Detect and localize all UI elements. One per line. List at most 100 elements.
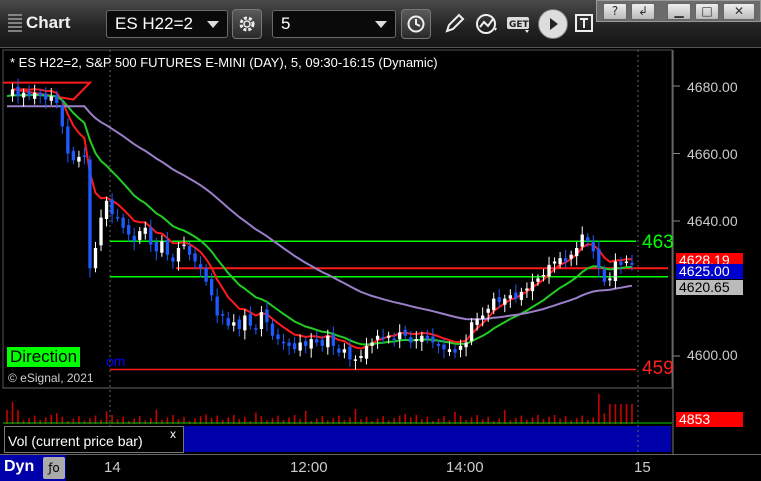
chevron-down-icon[interactable]	[375, 21, 387, 28]
candle-body	[77, 156, 81, 162]
candle-body	[287, 342, 291, 346]
interval-input[interactable]: 5	[272, 10, 396, 38]
volume-bar	[155, 409, 158, 424]
minimize-button[interactable]: ▁	[667, 3, 691, 20]
candle-body	[342, 349, 347, 353]
study-button[interactable]	[472, 9, 502, 39]
time-tick: 14	[104, 459, 121, 476]
candle-body	[508, 295, 512, 299]
time-tick: 14:00	[446, 459, 484, 476]
dynamic-settings-icon[interactable]: ƒo	[43, 457, 65, 479]
text-tool-icon	[575, 14, 593, 32]
time-tick: 15	[634, 459, 651, 476]
volume-bar	[105, 411, 108, 424]
candle-body	[243, 315, 247, 331]
play-button[interactable]	[538, 9, 568, 39]
app-title: Chart	[26, 13, 71, 32]
candle-body	[541, 275, 546, 277]
candle-body	[320, 339, 324, 346]
candle-body	[630, 262, 634, 265]
candle-body	[619, 261, 623, 265]
clock-icon	[407, 15, 425, 33]
volume-pane-label: Vol (current price bar)	[8, 433, 143, 449]
candle-body	[624, 261, 629, 263]
candle-body	[353, 359, 358, 361]
candle-body	[414, 339, 418, 342]
candle-body	[193, 253, 197, 262]
candle-body	[121, 217, 125, 228]
candle-body	[348, 346, 352, 360]
candle-body	[375, 335, 380, 340]
time-button[interactable]	[401, 9, 431, 39]
candle-body	[27, 91, 31, 97]
candle-body	[21, 92, 26, 98]
gear-icon	[239, 16, 255, 32]
candle-body	[497, 297, 501, 302]
settings-button[interactable]	[232, 9, 262, 39]
candle-body	[442, 344, 446, 350]
candle-body	[608, 278, 612, 281]
candle-body	[237, 319, 241, 329]
candle-body	[66, 126, 70, 154]
candle-body	[265, 309, 269, 323]
maximize-button[interactable]: □	[695, 3, 719, 20]
candle-body	[519, 291, 524, 300]
candle-body	[165, 239, 170, 255]
draw-button[interactable]	[439, 9, 469, 39]
candle-body	[514, 292, 518, 299]
get-icon: GET	[507, 17, 530, 33]
candle-body	[370, 342, 374, 346]
candle-body	[420, 335, 424, 342]
candle-body	[486, 308, 490, 313]
candle-body	[171, 257, 175, 262]
candle-body	[55, 94, 59, 103]
drag-grip-icon[interactable]	[8, 14, 22, 32]
volume-bar	[11, 402, 14, 424]
volume-bar	[614, 404, 617, 424]
candle-body	[431, 336, 435, 343]
indicator-icon	[476, 14, 497, 34]
volume-bar	[598, 394, 600, 424]
candle-body	[530, 281, 535, 292]
candle-body	[558, 258, 562, 265]
candle-body	[93, 248, 98, 269]
candle-body	[315, 339, 319, 343]
candle-body	[304, 341, 308, 346]
chart-caption: * ES H22=2, S&P 500 FUTURES E-MINI (DAY)…	[10, 55, 438, 70]
red-moving-average	[3, 81, 633, 350]
candle-body	[602, 269, 607, 282]
candle-body	[270, 323, 275, 336]
close-button[interactable]: ✕	[723, 3, 755, 20]
restore-button[interactable]: ↲	[631, 3, 655, 20]
candle-body	[88, 159, 92, 269]
candle-body	[16, 86, 20, 97]
close-icon[interactable]: x	[170, 427, 176, 441]
candle-body	[104, 200, 109, 219]
candle-body	[215, 296, 219, 316]
candle-body	[110, 199, 114, 215]
candle-body	[209, 279, 214, 296]
volume-bar	[304, 410, 307, 424]
symbol-input[interactable]: ES H22=2	[106, 10, 228, 38]
volume-bar	[609, 404, 611, 424]
candle-body	[552, 261, 557, 264]
candle-body	[464, 342, 468, 348]
candle-body	[115, 216, 120, 219]
chevron-down-icon[interactable]	[207, 21, 219, 28]
candle-body	[292, 343, 297, 350]
price-tick: 4660.00	[687, 146, 738, 162]
get-button[interactable]: GET	[504, 9, 536, 39]
candle-body	[613, 261, 618, 282]
candle-body	[475, 318, 479, 325]
candle-body	[99, 217, 103, 246]
price-tick: 4600.00	[687, 347, 738, 363]
candle-body	[447, 349, 452, 352]
help-button[interactable]: ?	[603, 3, 627, 20]
candle-body	[259, 312, 264, 329]
svg-text:GET: GET	[509, 20, 530, 30]
volume-bar	[603, 413, 606, 424]
candle-body	[591, 241, 595, 252]
direction-overflow-text: om	[106, 353, 126, 369]
candle-body	[221, 314, 225, 316]
candle-body	[492, 298, 496, 311]
